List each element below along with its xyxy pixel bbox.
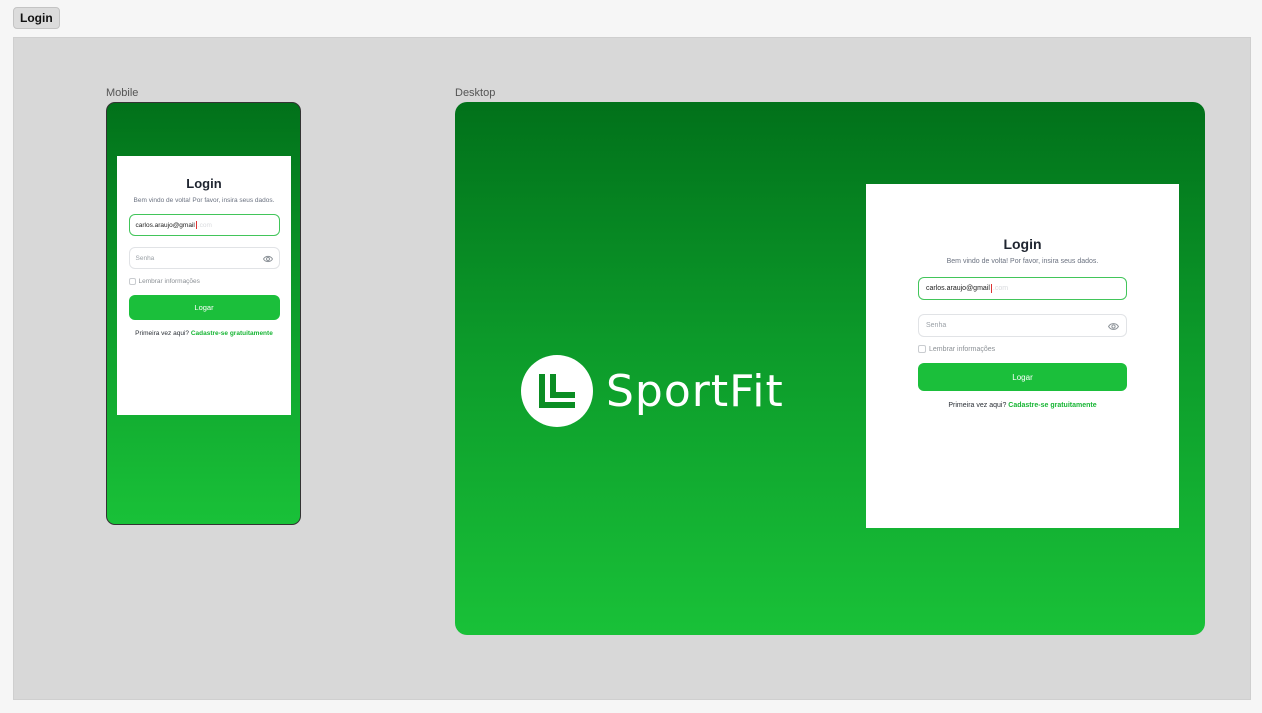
remember-option[interactable]: Lembrar informações	[918, 345, 1127, 353]
password-placeholder: Senha	[926, 322, 947, 329]
password-field[interactable]: Senha	[918, 314, 1127, 337]
login-button[interactable]: Logar	[128, 295, 280, 320]
login-subtitle: Bem vindo de volta! Por favor, insira se…	[946, 258, 1099, 265]
email-suggestion: .com	[197, 221, 212, 229]
email-field[interactable]: carlos.araujo@gmail .com	[128, 214, 280, 236]
mobile-frame-label: Mobile	[106, 87, 139, 99]
remember-checkbox[interactable]	[918, 345, 926, 353]
signup-prompt-text: Primeira vez aqui?	[135, 330, 189, 337]
text-caret	[195, 221, 197, 229]
password-placeholder: Senha	[135, 254, 155, 262]
page-tab-login[interactable]: Login	[13, 7, 60, 29]
remember-checkbox[interactable]	[128, 278, 136, 285]
login-button[interactable]: Logar	[918, 363, 1127, 391]
email-value: carlos.araujo@gmail	[926, 285, 990, 292]
email-value: carlos.araujo@gmail	[135, 221, 195, 229]
signup-prompt: Primeira vez aqui? Cadastre-se gratuitam…	[948, 402, 1096, 409]
email-field[interactable]: carlos.araujo@gmail .com	[918, 277, 1127, 300]
brand-name: SportFit	[606, 365, 784, 417]
login-title: Login	[1003, 236, 1042, 252]
signup-prompt-text: Primeira vez aqui?	[948, 402, 1007, 409]
desktop-frame-label: Desktop	[455, 87, 496, 99]
signup-link[interactable]: Cadastre-se gratuitamente	[1008, 402, 1096, 409]
text-caret	[990, 284, 992, 293]
login-subtitle: Bem vindo de volta! Por favor, insira se…	[133, 197, 275, 204]
email-suggestion: .com	[992, 285, 1009, 292]
login-title: Login	[186, 176, 222, 191]
remember-label: Lembrar informações	[138, 278, 200, 285]
eye-icon[interactable]	[262, 254, 273, 264]
mobile-login-card: Login Bem vindo de volta! Por favor, ins…	[117, 156, 291, 415]
eye-icon[interactable]	[1108, 321, 1119, 332]
signup-prompt: Primeira vez aqui? Cadastre-se gratuitam…	[135, 330, 273, 337]
sportfit-logo-icon	[521, 355, 593, 427]
remember-label: Lembrar informações	[929, 345, 996, 353]
password-field[interactable]: Senha	[128, 247, 280, 269]
signup-link[interactable]: Cadastre-se gratuitamente	[191, 330, 273, 337]
brand: SportFit	[521, 355, 784, 427]
desktop-frame: SportFit Login Bem vindo de volta! Por f…	[455, 102, 1205, 635]
remember-option[interactable]: Lembrar informações	[128, 278, 280, 285]
desktop-login-card: Login Bem vindo de volta! Por favor, ins…	[866, 184, 1179, 528]
mobile-frame: Login Bem vindo de volta! Por favor, ins…	[106, 102, 301, 525]
